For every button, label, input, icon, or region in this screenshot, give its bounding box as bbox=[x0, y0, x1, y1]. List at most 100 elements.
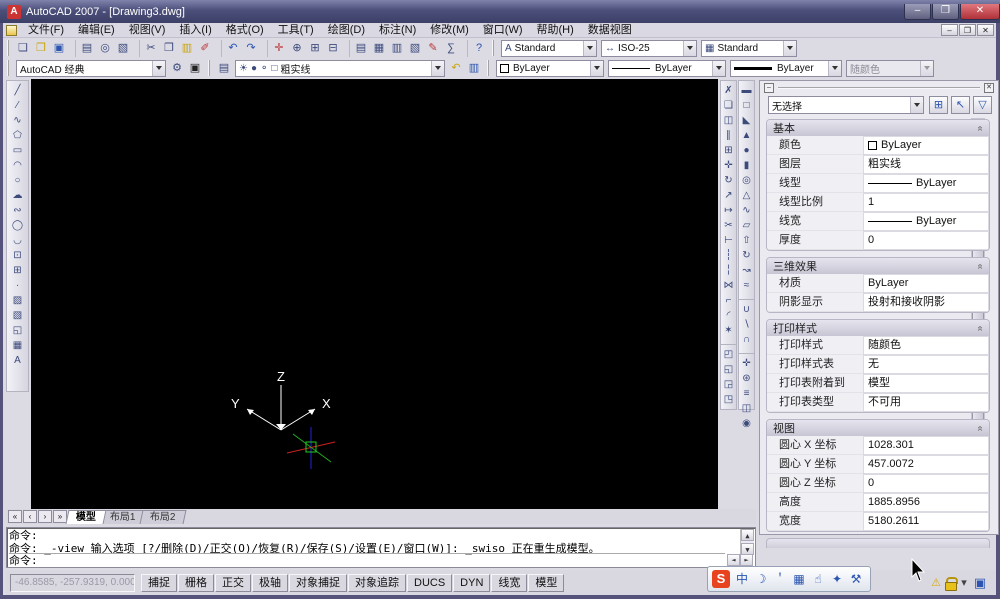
arc-icon[interactable]: ◠ bbox=[10, 158, 25, 173]
quick-select-button[interactable]: ▽ bbox=[973, 96, 992, 114]
markup-icon[interactable]: ✎ bbox=[424, 40, 442, 57]
paste-icon[interactable]: ▥ bbox=[178, 40, 196, 57]
workspace-combo[interactable]: AutoCAD 经典 bbox=[16, 60, 166, 77]
skin-icon[interactable]: ✦ bbox=[828, 570, 846, 588]
move-icon[interactable]: ✛ bbox=[721, 158, 736, 173]
make-block-icon[interactable]: ⊞ bbox=[10, 263, 25, 278]
toolbar-grip[interactable] bbox=[7, 40, 12, 56]
menu-item[interactable]: 绘图(D) bbox=[321, 23, 372, 38]
zoom-previous-icon[interactable]: ⊟ bbox=[324, 40, 342, 57]
table-icon[interactable]: ▦ bbox=[10, 338, 25, 353]
save-icon[interactable]: ▣ bbox=[50, 40, 68, 57]
gradient-icon[interactable]: ▧ bbox=[10, 308, 25, 323]
box-icon[interactable]: □ bbox=[739, 98, 754, 113]
hatch-icon[interactable]: ▨ bbox=[10, 293, 25, 308]
subtract-icon[interactable]: ∖ bbox=[739, 317, 754, 332]
chevron-down-icon[interactable] bbox=[783, 41, 796, 56]
draworder-back-icon[interactable]: ◱ bbox=[721, 362, 736, 377]
draworder-above-icon[interactable]: ◲ bbox=[721, 377, 736, 392]
property-value[interactable]: 随颜色 bbox=[863, 336, 989, 355]
section-header[interactable]: 视图 « bbox=[767, 420, 989, 436]
designcenter-icon[interactable]: ▦ bbox=[370, 40, 388, 57]
chevron-down-icon[interactable] bbox=[683, 41, 696, 56]
status-toggle-button[interactable]: 极轴 bbox=[252, 574, 288, 592]
extend-icon[interactable]: ⊢ bbox=[721, 233, 736, 248]
wedge-icon[interactable]: ◣ bbox=[739, 113, 754, 128]
property-value[interactable]: 1885.8956 bbox=[863, 493, 989, 512]
spline-icon[interactable]: ∾ bbox=[10, 203, 25, 218]
copy-icon[interactable]: ❐ bbox=[160, 40, 178, 57]
copy-object-icon[interactable]: ❏ bbox=[721, 98, 736, 113]
draworder-front-icon[interactable]: ◰ bbox=[721, 344, 736, 362]
minimize-button[interactable]: – bbox=[904, 4, 931, 20]
select-objects-button[interactable]: ↖ bbox=[951, 96, 970, 114]
coordinates-readout[interactable]: -46.8585, -257.9319, 0.0000 bbox=[10, 574, 135, 592]
property-value[interactable]: 不可用 bbox=[863, 393, 989, 412]
property-value[interactable]: 457.0072 bbox=[863, 455, 989, 474]
close-button[interactable]: ✕ bbox=[960, 4, 1000, 20]
torus-icon[interactable]: ◎ bbox=[739, 173, 754, 188]
text-style-combo[interactable]: A Standard bbox=[501, 40, 597, 57]
ellipse-icon[interactable]: ◯ bbox=[10, 218, 25, 233]
layer-previous-icon[interactable]: ↶ bbox=[447, 60, 465, 77]
mirror-icon[interactable]: ◫ bbox=[721, 113, 736, 128]
scale-icon[interactable]: ↗ bbox=[721, 188, 736, 203]
sheetset-manager-icon[interactable]: ▧ bbox=[406, 40, 424, 57]
loft-icon[interactable]: ≈ bbox=[739, 278, 754, 293]
property-value[interactable]: 1028.301 bbox=[863, 436, 989, 455]
workspace-save-icon[interactable]: ▣ bbox=[186, 60, 204, 77]
table-style-combo[interactable]: ▦ Standard bbox=[701, 40, 797, 57]
sphere-icon[interactable]: ● bbox=[739, 143, 754, 158]
publish-icon[interactable]: ▧ bbox=[114, 40, 132, 57]
tool-palettes-icon[interactable]: ▥ bbox=[388, 40, 406, 57]
command-horizontal-scrollbar[interactable]: ◄ ► bbox=[727, 554, 753, 566]
palette-title-bar[interactable]: – ✕ bbox=[764, 83, 994, 93]
ellipse-arc-icon[interactable]: ◡ bbox=[10, 233, 25, 248]
status-toggle-button[interactable]: 对象追踪 bbox=[348, 574, 406, 592]
layer-manager-icon[interactable]: ▤ bbox=[215, 60, 233, 77]
tab-first-button[interactable]: « bbox=[8, 510, 22, 523]
break-at-point-icon[interactable]: ┆ bbox=[721, 248, 736, 263]
revolve-icon[interactable]: ↻ bbox=[739, 248, 754, 263]
line-icon[interactable]: ╱ bbox=[10, 83, 25, 98]
pan-icon[interactable]: ✛ bbox=[267, 40, 288, 57]
cone-icon[interactable]: ▲ bbox=[739, 128, 754, 143]
cut-icon[interactable]: ✂ bbox=[139, 40, 160, 57]
trim-icon[interactable]: ✂ bbox=[721, 218, 736, 233]
property-value[interactable]: 投射和接收阴影 bbox=[863, 293, 989, 312]
status-toggle-button[interactable]: 线宽 bbox=[491, 574, 527, 592]
menu-item[interactable]: 格式(O) bbox=[219, 23, 271, 38]
layout-tab[interactable]: 布局2 bbox=[139, 510, 186, 524]
color-combo[interactable]: ByLayer bbox=[496, 60, 604, 77]
quickcalc-icon[interactable]: ∑ bbox=[442, 40, 460, 57]
tab-next-button[interactable]: › bbox=[38, 510, 52, 523]
insert-block-icon[interactable]: ⊡ bbox=[10, 248, 25, 263]
status-toggle-button[interactable]: 栅格 bbox=[178, 574, 214, 592]
menu-item[interactable]: 数据视图 bbox=[581, 23, 639, 38]
intersect-icon[interactable]: ∩ bbox=[739, 332, 754, 347]
selection-combo[interactable]: 无选择 bbox=[768, 96, 924, 114]
menu-item[interactable]: 修改(M) bbox=[423, 23, 476, 38]
open-file-icon[interactable]: ❒ bbox=[32, 40, 50, 57]
fullwidth-moon-icon[interactable]: ☽ bbox=[752, 570, 770, 588]
toolbar-grip[interactable] bbox=[492, 40, 497, 56]
sweep-icon[interactable]: ↝ bbox=[739, 263, 754, 278]
construction-line-icon[interactable]: ⁄ bbox=[10, 98, 25, 113]
tray-dropdown-arrow-icon[interactable]: ▾ bbox=[956, 575, 972, 591]
union-icon[interactable]: ∪ bbox=[739, 299, 754, 317]
3d-move-icon[interactable]: ✛ bbox=[739, 353, 754, 371]
palette-close-icon[interactable]: ✕ bbox=[984, 83, 994, 93]
section-header[interactable]: 三维效果 « bbox=[767, 258, 989, 274]
toggle-pickadd-button[interactable]: ⊞ bbox=[929, 96, 948, 114]
redo-icon[interactable]: ↷ bbox=[242, 40, 260, 57]
status-toggle-button[interactable]: DYN bbox=[453, 574, 490, 592]
property-value[interactable]: ByLayer bbox=[863, 212, 989, 231]
point-icon[interactable]: ∙ bbox=[10, 278, 25, 293]
chevron-up-icon[interactable]: « bbox=[975, 125, 986, 131]
property-value[interactable]: 0 bbox=[863, 231, 989, 250]
toolbar-grip[interactable] bbox=[487, 60, 492, 76]
chevron-down-icon[interactable] bbox=[583, 41, 596, 56]
menu-item[interactable]: 窗口(W) bbox=[476, 23, 530, 38]
plot-preview-icon[interactable]: ◎ bbox=[96, 40, 114, 57]
property-value[interactable]: ByLayer bbox=[863, 174, 989, 193]
